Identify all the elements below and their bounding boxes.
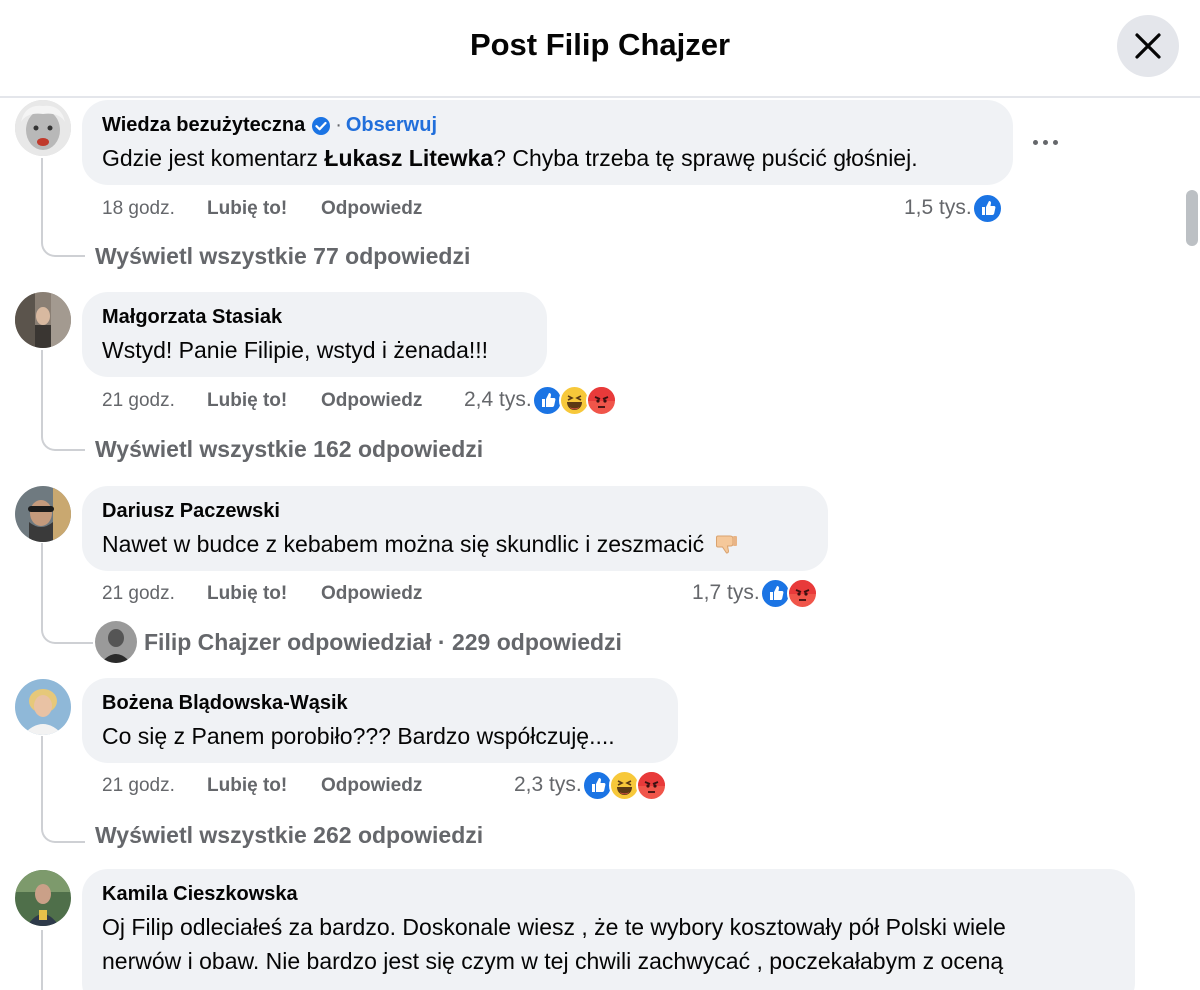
reactions-summary[interactable]: 1,5 tys. — [904, 192, 1003, 224]
like-button[interactable]: Lubię to! — [207, 390, 287, 412]
view-replies-link[interactable]: Wyświetl wszystkie 262 odpowiedzi — [95, 822, 483, 849]
comment-time[interactable]: 18 godz. — [102, 198, 175, 220]
comment-bubble: Wiedza bezużyteczna · Obserwuj Gdzie jes… — [82, 100, 1013, 185]
comment-text: Gdzie jest komentarz Łukasz Litewka? Chy… — [102, 141, 993, 175]
comment-time[interactable]: 21 godz. — [102, 583, 175, 605]
thread-line — [41, 543, 43, 625]
comment-bubble: Małgorzata Stasiak Wstyd! Panie Filipie,… — [82, 292, 547, 377]
comment-author[interactable]: Wiedza bezużyteczna — [102, 114, 305, 137]
separator-dot: · — [335, 114, 342, 136]
close-icon — [1135, 33, 1161, 59]
verified-badge-icon — [312, 116, 331, 135]
view-replies-link[interactable]: Wyświetl wszystkie 77 odpowiedzi — [95, 243, 470, 270]
avatar[interactable] — [15, 486, 71, 542]
avatar[interactable] — [15, 292, 71, 348]
avatar[interactable] — [15, 100, 71, 156]
angry-icon — [635, 769, 667, 801]
like-button[interactable]: Lubię to! — [207, 198, 287, 220]
thread-line — [41, 930, 43, 990]
more-options-button[interactable] — [1025, 125, 1067, 159]
comment-bubble: Bożena Blądowska-Wąsik Co się z Panem po… — [82, 678, 678, 763]
comment-text: Co się z Panem porobiło??? Bardzo współc… — [102, 723, 615, 749]
thread-line — [41, 158, 43, 238]
reaction-count: 1,5 tys. — [904, 196, 972, 219]
angry-icon — [585, 384, 617, 416]
dialog-title: Post Filip Chajzer — [469, 27, 731, 62]
dialog-header: Post Filip Chajzer — [0, 0, 1200, 98]
close-button[interactable] — [1117, 15, 1179, 77]
thread-line — [41, 350, 43, 432]
scrollbar-thumb[interactable] — [1186, 190, 1198, 246]
comment-text-part: Nawet w budce z kebabem można się skundl… — [102, 531, 705, 557]
reaction-count: 2,3 tys. — [514, 773, 582, 796]
thread-connector — [41, 431, 85, 451]
reactions-summary[interactable]: 1,7 tys. — [692, 577, 818, 609]
comment-author[interactable]: Dariusz Paczewski — [102, 500, 280, 523]
comment-author[interactable]: Małgorzata Stasiak — [102, 306, 282, 329]
comment-author[interactable]: Kamila Cieszkowska — [102, 883, 298, 906]
comment-time[interactable]: 21 godz. — [102, 775, 175, 797]
thread-connector — [41, 823, 85, 843]
comment-text: Wstyd! Panie Filipie, wstyd i żenada!!! — [102, 337, 489, 363]
comment-author[interactable]: Bożena Blądowska-Wąsik — [102, 692, 348, 715]
comment-bubble: Dariusz Paczewski Nawet w budce z kebabe… — [82, 486, 828, 571]
reactions-summary[interactable]: 2,3 tys. — [514, 769, 667, 801]
replier-avatar[interactable] — [95, 621, 137, 663]
comment-text: Nawet w budce z kebabem można się skundl… — [102, 527, 808, 561]
thread-line — [41, 736, 43, 824]
avatar[interactable] — [15, 870, 71, 926]
reply-button[interactable]: Odpowiedz — [321, 390, 422, 412]
follow-button[interactable]: Obserwuj — [346, 114, 437, 137]
view-replies-link[interactable]: Wyświetl wszystkie 162 odpowiedzi — [95, 436, 483, 463]
reaction-count: 1,7 tys. — [692, 581, 760, 604]
view-replies-link[interactable]: Filip Chajzer odpowiedział · 229 odpowie… — [144, 629, 622, 656]
comment-time[interactable]: 21 godz. — [102, 390, 175, 412]
like-icon — [971, 192, 1003, 224]
comment-text-line: nerwów i obaw. Nie bardzo jest się czym … — [102, 948, 1004, 974]
comment-bubble: Kamila Cieszkowska Oj Filip odleciałeś z… — [82, 869, 1135, 990]
reactions-summary[interactable]: 2,4 tys. — [464, 384, 617, 416]
thumbs-down-emoji — [716, 535, 738, 554]
reply-button[interactable]: Odpowiedz — [321, 583, 422, 605]
comment-text-line: Oj Filip odleciałeś za bardzo. Doskonale… — [102, 914, 1006, 940]
thread-connector — [41, 237, 85, 257]
reply-button[interactable]: Odpowiedz — [321, 775, 422, 797]
comment-text-part: ? Chyba trzeba tę sprawę puścić głośniej… — [493, 145, 918, 171]
reaction-count: 2,4 tys. — [464, 388, 532, 411]
angry-icon — [786, 577, 818, 609]
like-button[interactable]: Lubię to! — [207, 583, 287, 605]
avatar[interactable] — [15, 679, 71, 735]
reply-button[interactable]: Odpowiedz — [321, 198, 422, 220]
comment-text-part: Gdzie jest komentarz — [102, 145, 325, 171]
tagged-user[interactable]: Łukasz Litewka — [324, 145, 493, 171]
thread-connector — [41, 624, 93, 644]
like-button[interactable]: Lubię to! — [207, 775, 287, 797]
